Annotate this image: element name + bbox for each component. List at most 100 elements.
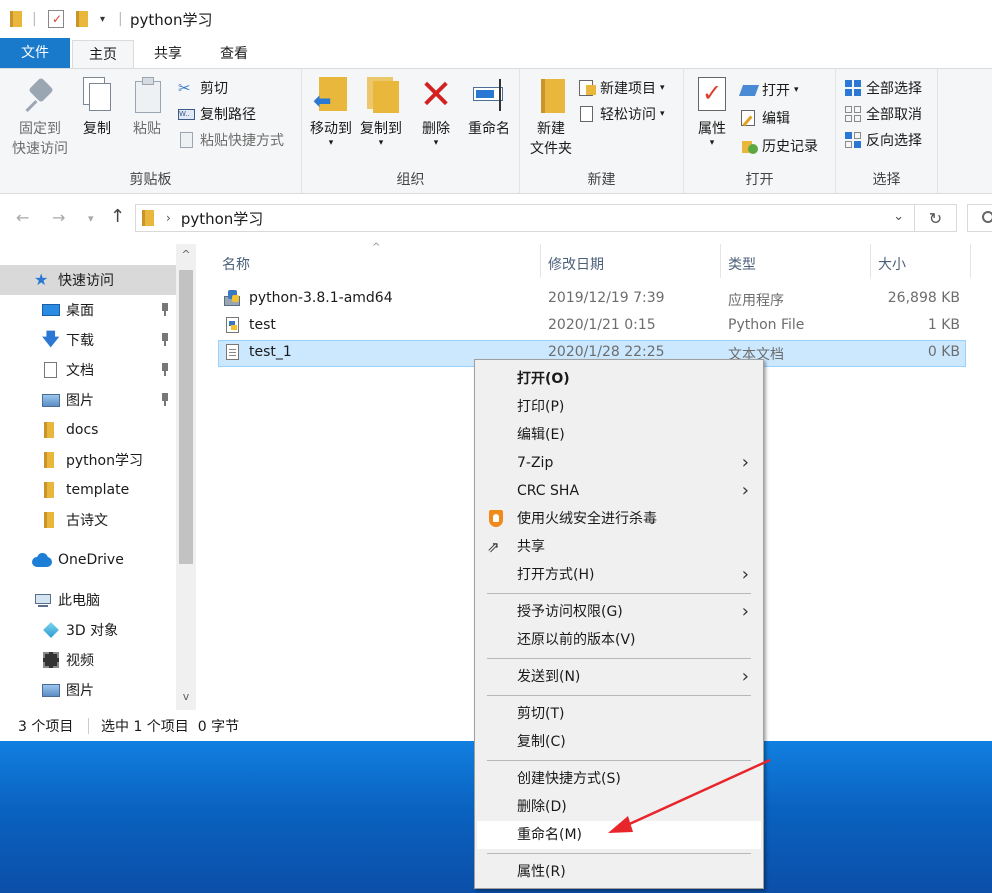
- table-row[interactable]: python-3.8.1-amd64 2019/12/19 7:39 应用程序 …: [218, 286, 966, 313]
- title-separator: |: [118, 11, 123, 27]
- menu-item-open-with[interactable]: 打开方式(H) ›: [477, 561, 761, 589]
- menu-item-crc-sha[interactable]: CRC SHA ›: [477, 477, 761, 505]
- organize-group-label: 组织: [396, 172, 425, 188]
- table-row[interactable]: test 2020/1/21 0:15 Python File 1 KB: [218, 313, 966, 340]
- new-folder-label-line1: 新建: [537, 121, 565, 137]
- nav-label: 图片: [66, 683, 94, 699]
- menu-item-share[interactable]: ⇗ 共享: [477, 533, 761, 561]
- rename-button[interactable]: 重命名: [462, 75, 516, 139]
- file-size: 26,898 KB: [887, 290, 960, 306]
- nav-item-videos[interactable]: 视频: [0, 645, 176, 675]
- scroll-up-icon[interactable]: ^: [176, 248, 196, 261]
- select-all-button[interactable]: 全部选择: [844, 77, 922, 99]
- scroll-thumb[interactable]: [179, 270, 193, 564]
- new-folder-button[interactable]: 新建 文件夹: [524, 75, 578, 159]
- forward-arrow-icon[interactable]: →: [52, 208, 65, 227]
- pin-icon[interactable]: [160, 393, 170, 407]
- column-header-type[interactable]: 类型: [728, 252, 756, 278]
- nav-item-3d-objects[interactable]: 3D 对象: [0, 615, 176, 645]
- menu-item-give-access[interactable]: 授予访问权限(G) ›: [477, 598, 761, 626]
- menu-item-rename[interactable]: 重命名(M): [477, 821, 761, 849]
- sort-ascending-icon: ^: [372, 242, 381, 253]
- nav-item-downloads[interactable]: 🡇 下载: [0, 325, 176, 355]
- nav-item-quick-access[interactable]: ★ 快速访问: [0, 265, 176, 295]
- menu-item-cut[interactable]: 剪切(T): [477, 700, 761, 728]
- pin-icon[interactable]: [160, 303, 170, 317]
- tab-home[interactable]: 主页: [72, 40, 134, 70]
- easy-access-button[interactable]: 轻松访问 ▾: [578, 103, 665, 125]
- address-bar[interactable]: › python学习 ⌄: [135, 204, 915, 232]
- nav-scrollbar[interactable]: ^ v: [176, 244, 196, 710]
- column-divider[interactable]: [970, 244, 971, 278]
- tab-file[interactable]: 文件: [0, 38, 70, 68]
- address-path[interactable]: python学习: [181, 208, 263, 229]
- tab-view[interactable]: 查看: [206, 40, 262, 68]
- copy-to-button[interactable]: 复制到 ▾: [356, 75, 406, 148]
- properties-button[interactable]: ✓ 属性 ▾: [692, 75, 732, 148]
- menu-item-delete[interactable]: 删除(D): [477, 793, 761, 821]
- new-item-button[interactable]: 新建项目 ▾: [578, 77, 665, 99]
- copy-path-button[interactable]: W.. 复制路径: [178, 103, 256, 125]
- menu-item-copy[interactable]: 复制(C): [477, 728, 761, 756]
- properties-quick-icon[interactable]: ✓: [48, 8, 64, 30]
- customize-toolbar-icon[interactable]: ▾: [100, 8, 105, 30]
- column-header-size[interactable]: 大小: [878, 252, 906, 278]
- column-divider[interactable]: [720, 244, 721, 278]
- select-none-button[interactable]: 全部取消: [844, 103, 922, 125]
- copy-button[interactable]: 复制: [76, 75, 118, 139]
- back-arrow-icon[interactable]: ←: [16, 208, 29, 227]
- copy-to-icon: [363, 75, 399, 115]
- column-header-name[interactable]: 名称: [222, 252, 250, 278]
- pin-icon[interactable]: [160, 333, 170, 347]
- nav-item-documents[interactable]: 文档: [0, 355, 176, 385]
- tab-share[interactable]: 共享: [140, 40, 196, 68]
- recent-locations-chevron-icon[interactable]: ▾: [88, 212, 94, 225]
- pin-quick-access-button[interactable]: 固定到 快速访问: [8, 75, 72, 159]
- delete-button[interactable]: ✕ 删除 ▾: [416, 75, 456, 148]
- nav-item-this-pc[interactable]: 此电脑: [0, 585, 176, 615]
- paste-button[interactable]: 粘贴: [126, 75, 168, 139]
- breadcrumb-chevron-icon: ›: [166, 211, 171, 225]
- refresh-icon[interactable]: ↻: [915, 204, 957, 232]
- nav-item-desktop[interactable]: 桌面: [0, 295, 176, 325]
- paste-shortcut-button[interactable]: 粘贴快捷方式: [178, 129, 284, 151]
- scroll-down-icon[interactable]: v: [176, 690, 196, 703]
- column-divider[interactable]: [540, 244, 541, 278]
- column-divider[interactable]: [870, 244, 871, 278]
- address-dropdown-icon[interactable]: ⌄: [893, 209, 904, 224]
- folder-icon: [10, 8, 22, 30]
- nav-item-onedrive[interactable]: OneDrive: [0, 545, 176, 575]
- open-group-label: 打开: [745, 172, 774, 188]
- nav-item-pictures[interactable]: 图片: [0, 385, 176, 415]
- nav-label: 3D 对象: [66, 623, 119, 639]
- up-arrow-icon[interactable]: ↑: [110, 206, 125, 227]
- open-button[interactable]: 打开 ▾: [738, 79, 799, 101]
- menu-item-7zip[interactable]: 7-Zip ›: [477, 449, 761, 477]
- edit-button[interactable]: 编辑: [740, 107, 790, 129]
- invert-selection-button[interactable]: 反向选择: [844, 129, 922, 151]
- menu-item-create-shortcut[interactable]: 创建快捷方式(S): [477, 765, 761, 793]
- history-button[interactable]: 历史记录: [740, 135, 818, 157]
- menu-item-restore-versions[interactable]: 还原以前的版本(V): [477, 626, 761, 654]
- menu-item-open[interactable]: 打开(O): [477, 365, 761, 393]
- search-input[interactable]: [967, 204, 992, 232]
- menu-item-properties[interactable]: 属性(R): [477, 858, 761, 886]
- nav-label: 文档: [66, 363, 94, 379]
- column-header-date[interactable]: 修改日期: [548, 252, 604, 278]
- new-folder-quick-icon[interactable]: [76, 8, 88, 30]
- cloud-icon: [32, 552, 52, 568]
- nav-item-pictures-pc[interactable]: 图片: [0, 675, 176, 705]
- nav-item-template[interactable]: template: [0, 475, 176, 505]
- menu-item-print[interactable]: 打印(P): [477, 393, 761, 421]
- nav-item-docs[interactable]: docs: [0, 415, 176, 445]
- pin-icon: [22, 75, 58, 115]
- menu-item-send-to[interactable]: 发送到(N) ›: [477, 663, 761, 691]
- nav-item-python-study[interactable]: python学习: [0, 445, 176, 475]
- cut-button[interactable]: ✂ 剪切: [178, 77, 228, 99]
- move-to-button[interactable]: ⬅ 移动到 ▾: [306, 75, 356, 148]
- menu-item-huorong-scan[interactable]: 使用火绒安全进行杀毒: [477, 505, 761, 533]
- context-menu: 打开(O) 打印(P) 编辑(E) 7-Zip › CRC SHA › 使用火绒安全…: [474, 359, 764, 889]
- nav-item-ancient-poems[interactable]: 古诗文: [0, 505, 176, 535]
- menu-item-edit[interactable]: 编辑(E): [477, 421, 761, 449]
- pin-icon[interactable]: [160, 363, 170, 377]
